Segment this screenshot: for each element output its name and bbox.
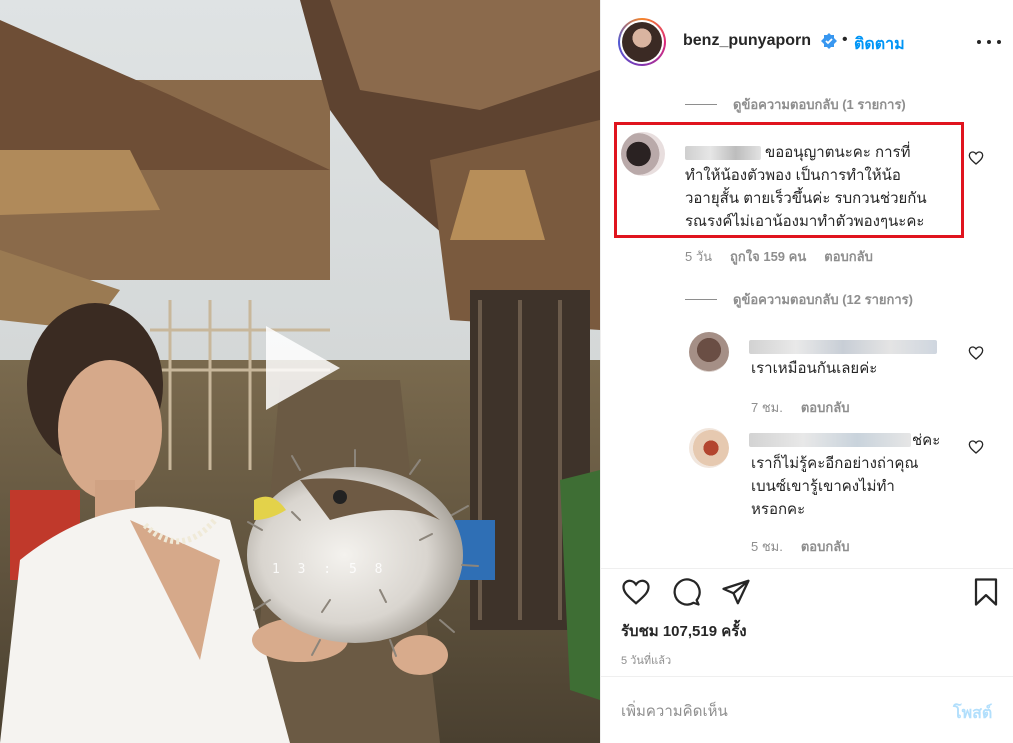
reply-meta: 7 ชม. ตอบกลับ [751,397,849,418]
comment-bubble-icon[interactable] [671,577,701,607]
reply-text-line-2: เราก็ไม่รู้คะอีกอย่างถ่าคุณ [751,455,919,472]
view-replies-mid[interactable]: ดูข้อความตอบกลับ (12 รายการ) [685,289,913,310]
header-separator: • [842,31,848,48]
author-username[interactable]: benz_punyaporn [683,32,811,50]
post-comment-button[interactable]: โพสต์ [953,701,992,726]
verified-badge-icon [821,33,837,49]
video-timestamp: 1 3 : 5 8 [272,562,388,577]
comment-reply-button[interactable]: ตอบกลับ [824,246,873,267]
comment-likes-count[interactable]: ถูกใจ 159 คน [730,246,806,267]
save-bookmark-icon[interactable] [971,577,1001,607]
reply-time[interactable]: 7 ชม. [751,397,783,418]
comment-composer: โพสต์ [601,676,1013,743]
reply-avatar[interactable] [689,428,729,468]
post-header: benz_punyaporn • ติดตาม [601,0,1013,86]
more-options-icon[interactable] [975,32,1003,52]
comment-text-line-3: วอายุสั้น ตายเร็วขึ้นค่ะ รบกวนช่วยกัน [685,190,927,207]
comment-text-line-1: ขออนุญาตนะคะ การที่ [765,144,911,161]
play-icon[interactable] [262,322,344,414]
reply-like-heart-icon[interactable] [968,439,984,455]
blurred-reply-name[interactable] [749,340,937,354]
view-replies-top[interactable]: ดูข้อความตอบกลับ (1 รายการ) [685,94,906,115]
comment-time[interactable]: 5 วัน [685,246,712,267]
reply-meta: 5 ชม. ตอบกลับ [751,536,849,557]
comments-list: ดูข้อความตอบกลับ (1 รายการ) ขออนุญาตนะคะ… [601,86,1013,568]
replies-divider-line [685,299,717,300]
post-side-panel: benz_punyaporn • ติดตาม ดูข้อความตอบกลับ… [600,0,1013,743]
blurred-reply-name[interactable] [749,433,911,447]
reply-text-first-line-tail: ช่คะ [912,432,941,449]
commenter-avatar[interactable] [621,132,665,176]
comment-text-line-4: รณรงค์ไม่เอาน้องมาทำตัวพองๆนะคะ [685,213,925,230]
reply-reply-button[interactable]: ตอบกลับ [801,536,850,557]
reply-like-heart-icon[interactable] [968,345,984,361]
comment-meta: 5 วัน ถูกใจ 159 คน ตอบกลับ [685,246,873,267]
view-count[interactable]: รับชม 107,519 ครั้ง [621,619,747,643]
reply-reply-button[interactable]: ตอบกลับ [801,397,850,418]
comment-text-line-2: ทำให้น้องตัวพอง เป็นการทำให้น้อ [685,167,901,184]
follow-button[interactable]: ติดตาม [854,32,905,57]
reply-avatar[interactable] [689,332,729,372]
comment-like-heart-icon[interactable] [968,150,984,166]
post-actions: รับชม 107,519 ครั้ง 5 วันที่แล้ว [601,568,1013,676]
view-replies-mid-label: ดูข้อความตอบกลับ (12 รายการ) [733,292,913,307]
share-paper-plane-icon[interactable] [721,577,751,607]
reply-text-line-4: หรอกคะ [751,501,806,518]
reply-text-line-3: เบนซ์เขารู้เขาคงไม่ทำ [751,478,895,495]
reply-text-line-1: เราเหมือนกันเลยค่ะ [751,360,878,377]
reply-time[interactable]: 5 ชม. [751,536,783,557]
post-time-ago[interactable]: 5 วันที่แล้ว [621,651,671,669]
post-video[interactable]: 1 3 : 5 8 [0,0,600,743]
like-heart-icon[interactable] [621,577,651,607]
blurred-commenter-name[interactable] [685,146,761,160]
replies-divider-line [685,104,717,105]
author-avatar[interactable] [618,18,666,66]
view-replies-top-label: ดูข้อความตอบกลับ (1 รายการ) [733,97,906,112]
add-comment-input[interactable] [621,699,941,723]
